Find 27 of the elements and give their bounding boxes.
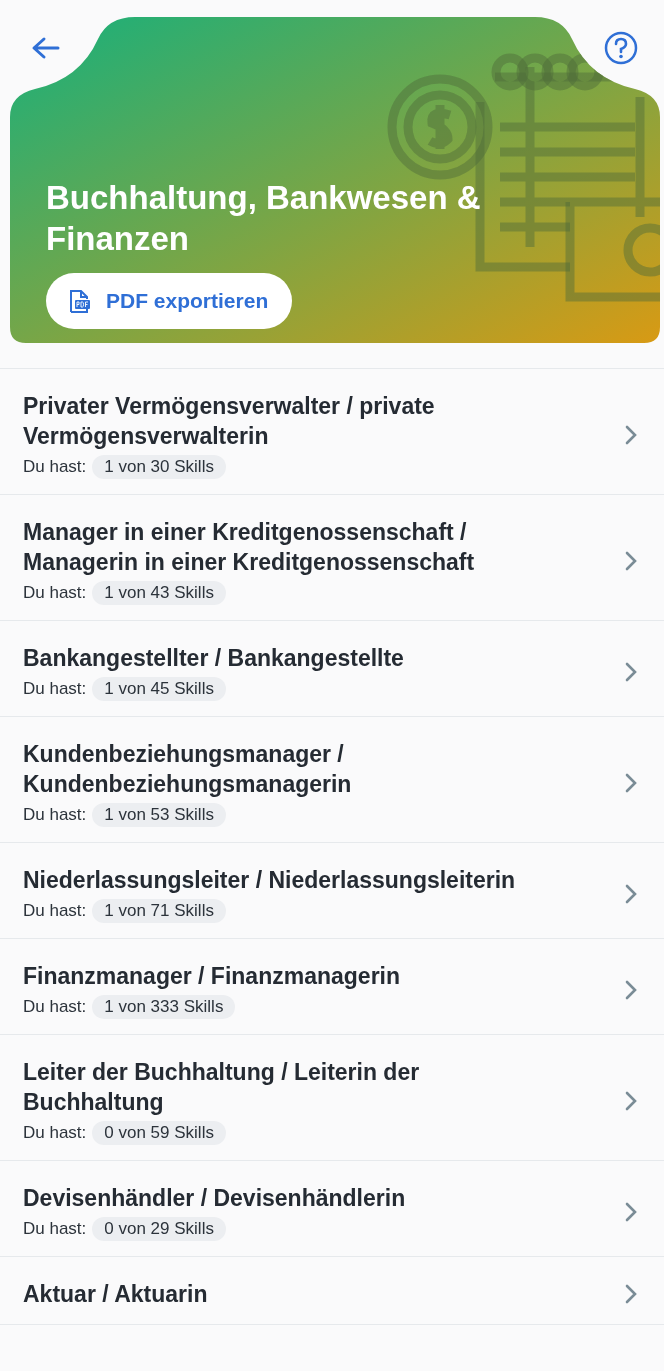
job-title: Kundenbeziehungsmanager / Kundenbeziehungsmanagerin [23,740,353,799]
job-title: Manager in einer Kreditgenossenschaft / Managerin in einer Kreditgenossenschaft [23,518,476,577]
label: Du hast: [23,1219,87,1239]
label: Du hast: [23,901,87,921]
label: Du hast: [23,583,87,603]
label: Du hast: [23,1123,87,1143]
pdf-export-button[interactable]: PDF exportieren [46,273,293,329]
job-title: Leiter der Buchhaltung / Leiterin der Buchhaltung [23,1058,421,1117]
job-title: Finanzmanager / Finanzmanagerin [23,962,402,991]
skills-count-badge: 1 von 30 Skills [92,455,226,479]
label: Du hast: [23,805,87,825]
label: Du hast: [23,997,87,1017]
job-title: Niederlassungsleiter / Niederlassungsleiterin [23,866,517,895]
label: Du hast: [23,679,87,699]
skills-count-badge: 1 von 43 Skills [92,581,226,605]
label: Du hast: [23,457,87,477]
skills-count-badge: 1 von 45 Skills [92,677,226,701]
job-title: Aktuar / Aktuarin [23,1280,209,1309]
skills-count-badge: 1 von 71 Skills [92,899,226,923]
job-title: Bankangestellter / Bankangestellte [23,644,405,673]
job-title: Privater Vermögensverwalter / private Vermögensverwalterin [23,392,436,451]
skills-count-badge: 1 von 53 Skills [92,803,226,827]
skills-count-badge: 0 von 59 Skills [92,1121,226,1145]
skills-count-badge: 0 von 29 Skills [92,1217,226,1241]
skills-count-badge: 1 von 333 Skills [92,995,236,1019]
job-title: Devisenhändler / Devisenhändlerin [23,1184,407,1213]
category-title: Buchhaltung, Bankwesen & Finanzen [46,178,482,259]
